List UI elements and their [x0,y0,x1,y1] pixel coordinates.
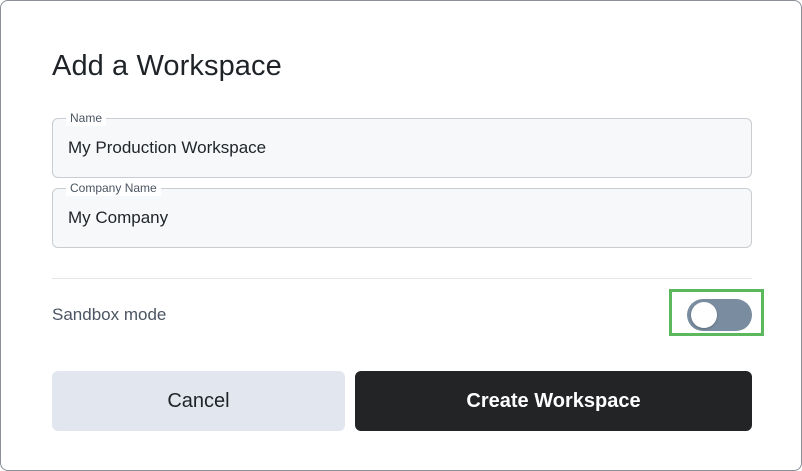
cancel-button[interactable]: Cancel [52,371,345,431]
dialog-title: Add a Workspace [52,50,282,82]
company-name-field-label: Company Name [66,180,161,196]
company-name-field[interactable]: Company Name [52,180,752,248]
sandbox-mode-toggle[interactable] [687,299,752,331]
toggle-knob [691,302,717,328]
company-name-input[interactable] [68,205,728,231]
divider [52,278,752,279]
create-workspace-button[interactable]: Create Workspace [355,371,752,431]
name-input[interactable] [68,135,728,161]
name-field[interactable]: Name [52,110,752,178]
add-workspace-dialog: Add a Workspace Name Company Name Sandbo… [0,0,802,471]
name-field-label: Name [66,110,107,126]
sandbox-mode-label: Sandbox mode [52,305,167,324]
